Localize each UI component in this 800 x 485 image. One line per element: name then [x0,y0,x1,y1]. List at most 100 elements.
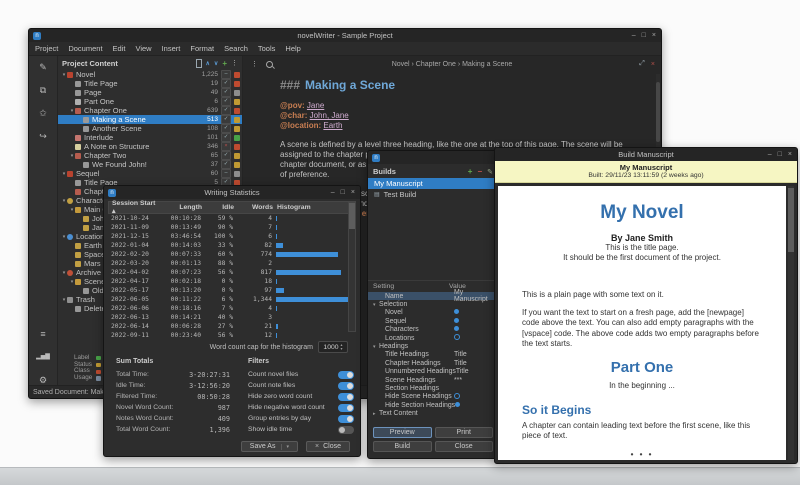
include-checkbox[interactable]: ✓ [221,124,231,133]
build-list-item[interactable]: ▤Test Build [368,189,498,200]
move-down-icon[interactable]: ∨ [214,60,218,67]
stats-row[interactable]: 2022-06-1400:06:2827 %21 [108,322,356,331]
include-checkbox[interactable]: – [221,169,231,178]
preview-button[interactable]: Preview [373,427,432,438]
tree-item[interactable]: A Note on Structure346× [58,142,242,151]
setting-row[interactable]: Sequel [368,317,498,325]
histogram-cap-spinbox[interactable]: 1000 ▴▾ [318,341,348,353]
builds-titlebar[interactable]: n [368,151,498,164]
stats-row[interactable]: 2022-04-1700:02:180 %18 [108,277,356,286]
meta-value[interactable]: John, Jane [310,111,349,120]
tree-item[interactable]: ▾Sequel60– [58,169,242,178]
setting-row[interactable]: Locations [368,334,498,342]
maximize-button[interactable]: □ [341,186,345,199]
setting-row[interactable]: ▸Text Content [368,409,498,417]
minimize-button[interactable]: – [632,29,636,42]
toggle-show-idle-time[interactable] [338,426,354,434]
minimize-button[interactable]: – [331,186,335,199]
setting-row[interactable]: Novel [368,309,498,317]
tree-item[interactable]: ▾Chapter Two65✓ [58,151,242,160]
setting-row[interactable]: Unnumbered HeadingsTitle [368,368,498,376]
menu-item-document[interactable]: Document [68,44,102,53]
setting-row[interactable]: ▾Headings [368,342,498,350]
tree-item[interactable]: Title Page19✓ [58,79,242,88]
main-titlebar[interactable]: n novelWriter - Sample Project – □ × [29,29,661,42]
panel-menu-icon[interactable]: ⋮ [231,59,238,67]
include-checkbox[interactable]: ✓ [221,133,231,142]
spinbox-arrows-icon[interactable]: ▴▾ [341,343,343,351]
setting-row[interactable]: Hide Section Headings [368,401,498,409]
edit-icon[interactable]: ✎ [39,62,47,72]
include-checkbox[interactable]: ✓ [221,151,231,160]
maximize-button[interactable]: □ [778,148,782,161]
stats-row[interactable]: 2022-09-1100:23:4056 %12 [108,331,356,340]
include-checkbox[interactable]: – [221,70,231,79]
edit-build-icon[interactable]: ✎ [487,168,493,176]
include-checkbox[interactable]: × [221,142,231,151]
print-button[interactable]: Print [435,427,494,438]
export-icon[interactable]: ↪ [39,131,47,141]
meta-value[interactable]: Jane [307,101,324,110]
setting-row[interactable]: NameMy Manuscript [368,292,498,300]
column-header-histogram[interactable]: Histogram [277,204,355,211]
tree-item[interactable]: ▾Chapter One639✓ [58,106,242,115]
setting-row[interactable]: Title HeadingsTitle [368,351,498,359]
maximize-button[interactable]: □ [642,29,646,42]
minimize-button[interactable]: – [768,148,772,161]
close-button[interactable]: Close [435,441,494,452]
close-button[interactable]: × [788,148,792,161]
menu-item-tools[interactable]: Tools [258,44,276,53]
tree-item[interactable]: Making a Scene513✓ [58,115,242,124]
stats-row[interactable]: 2022-06-1300:14:2140 %3 [108,313,356,322]
menu-item-edit[interactable]: Edit [113,44,126,53]
menu-item-view[interactable]: View [135,44,151,53]
include-checkbox[interactable]: ✓ [221,106,231,115]
stats-row[interactable]: 2021-10-2400:10:2859 %4 [108,214,356,223]
stats-row[interactable]: 2021-11-0900:13:4990 %7 [108,223,356,232]
toggle-hide-zero-word-count[interactable] [338,393,354,401]
build-button[interactable]: Build [373,441,432,452]
stats-row[interactable]: 2022-04-0200:07:2356 %817 [108,268,356,277]
bookmark-icon[interactable] [196,59,202,68]
setting-row[interactable]: Section Headings [368,384,498,392]
editor-menu-icon[interactable]: ⋮ [251,60,258,68]
tree-item[interactable]: Interlude101✓ [58,133,242,142]
tree-item[interactable]: ▾Novel1,225– [58,70,242,79]
stats-row[interactable]: 2022-03-2000:01:1388 %2 [108,259,356,268]
move-up-icon[interactable]: ∧ [206,60,210,67]
include-checkbox[interactable]: ✓ [221,160,231,169]
tree-item[interactable]: Page49✓ [58,88,242,97]
expand-icon[interactable]: ⤢ [639,60,645,68]
close-document-icon[interactable]: × [651,61,655,68]
star-icon[interactable]: ✩ [39,108,47,118]
menu-item-insert[interactable]: Insert [162,44,181,53]
stats-scrollbar[interactable] [348,202,356,332]
tree-item[interactable]: We Found John!37✓ [58,160,242,169]
menu-item-project[interactable]: Project [35,44,58,53]
include-checkbox[interactable]: ✓ [221,115,231,124]
stats-row[interactable]: 2022-02-2000:07:3360 %774 [108,250,356,259]
setting-row[interactable]: Scene Headings*** [368,376,498,384]
toggle-count-note-files[interactable] [338,382,354,390]
column-header-words[interactable]: Words [237,204,277,211]
stats-icon[interactable]: ▂▅▇ [36,352,50,362]
search-icon[interactable] [266,61,273,68]
stats-titlebar[interactable]: n Writing Statistics – □ × [104,186,360,199]
stats-row[interactable]: 2022-01-0400:14:0333 %82 [108,241,356,250]
menu-item-search[interactable]: Search [224,44,248,53]
include-checkbox[interactable]: ✓ [221,97,231,106]
tree-item[interactable]: Another Scene108✓ [58,124,242,133]
stats-row[interactable]: 2021-12-1503:46:54100 %6 [108,232,356,241]
preview-scrollbar[interactable] [788,186,794,460]
stats-row[interactable]: 2022-06-0600:18:167 %4 [108,304,356,313]
remove-build-icon[interactable]: − [477,167,482,176]
setting-row[interactable]: Chapter HeadingsTitle [368,359,498,367]
settings-icon[interactable]: ⚙ [39,375,47,385]
menu-item-help[interactable]: Help [285,44,300,53]
setting-row[interactable]: Characters [368,326,498,334]
toggle-count-novel-files[interactable] [338,371,354,379]
meta-value[interactable]: Earth [323,121,342,130]
menu-item-format[interactable]: Format [190,44,214,53]
add-build-icon[interactable]: + [468,167,473,176]
toggle-group-entries-by-day[interactable] [338,415,354,423]
